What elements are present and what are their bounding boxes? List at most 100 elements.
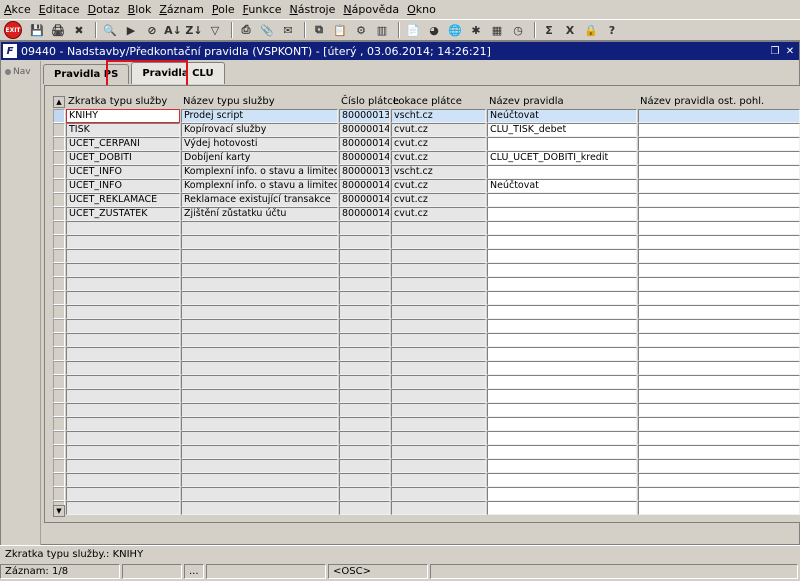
table-cell[interactable]: 8000001405	[339, 151, 390, 165]
attach-icon[interactable]: 📎	[258, 21, 276, 39]
query-enter-icon[interactable]: 🔍	[101, 21, 119, 39]
table-cell[interactable]	[66, 445, 180, 459]
table-cell[interactable]	[339, 487, 390, 501]
table-row[interactable]: UCET_CERPANIVýdej hotovosti8000001405cvu…	[66, 137, 800, 151]
table-cell[interactable]	[339, 235, 390, 249]
table-row[interactable]: UCET_INFO Komplexní info. o stavu a limit…	[66, 179, 800, 193]
table-cell[interactable]	[487, 417, 637, 431]
table-cell[interactable]: UCET_DOBITI	[66, 151, 180, 165]
table-cell[interactable]	[339, 221, 390, 235]
table-cell[interactable]	[66, 291, 180, 305]
table-row[interactable]	[66, 277, 800, 291]
table-cell[interactable]	[181, 235, 338, 249]
table-cell[interactable]	[66, 431, 180, 445]
table-cell[interactable]	[181, 417, 338, 431]
table-cell[interactable]	[638, 263, 800, 277]
table-cell[interactable]	[638, 165, 800, 179]
row-indicator[interactable]	[53, 179, 65, 193]
table-row[interactable]: UCET_INFO Komplexní info. o stavu a limit…	[66, 165, 800, 179]
delete-record-icon[interactable]: ✖	[70, 21, 88, 39]
table-row[interactable]	[66, 375, 800, 389]
table-cell[interactable]: KNIHY	[66, 109, 180, 123]
doc-icon[interactable]: 📄	[404, 21, 422, 39]
table-row[interactable]	[66, 361, 800, 375]
row-indicator[interactable]	[53, 137, 65, 151]
table-cell[interactable]	[66, 473, 180, 487]
table-cell[interactable]: Kopírovací služby	[181, 123, 338, 137]
table-cell[interactable]	[181, 459, 338, 473]
table-cell[interactable]	[181, 277, 338, 291]
menu-1[interactable]: Editace	[39, 3, 80, 16]
save-icon[interactable]: 💾	[28, 21, 46, 39]
table-cell[interactable]	[638, 305, 800, 319]
table-cell[interactable]	[638, 235, 800, 249]
table-cell[interactable]	[181, 501, 338, 515]
table-cell[interactable]	[638, 431, 800, 445]
columns-icon[interactable]: ▥	[373, 21, 391, 39]
table-cell[interactable]: Komplexní info. o stavu a limitech účtu	[181, 165, 338, 179]
table-cell[interactable]	[638, 361, 800, 375]
row-indicator[interactable]	[53, 431, 65, 445]
table-cell[interactable]	[391, 263, 486, 277]
table-row[interactable]: KNIHYProdej script8000001392vscht.czNeúč…	[66, 109, 800, 123]
tab-pravidla-ps[interactable]: Pravidla PS	[43, 64, 130, 84]
table-cell[interactable]: CLU_TISK_debet	[487, 123, 637, 137]
table-row[interactable]	[66, 487, 800, 501]
table-cell[interactable]	[638, 333, 800, 347]
table-cell[interactable]	[638, 249, 800, 263]
table-row[interactable]	[66, 235, 800, 249]
table-cell[interactable]	[638, 123, 800, 137]
table-cell[interactable]	[391, 389, 486, 403]
menu-8[interactable]: Nápověda	[343, 3, 399, 16]
table-cell[interactable]: UCET_CERPANI	[66, 137, 180, 151]
table-cell[interactable]	[487, 277, 637, 291]
table-cell[interactable]: cvut.cz	[391, 137, 486, 151]
paste-icon[interactable]: 📋	[331, 21, 349, 39]
table-row[interactable]	[66, 389, 800, 403]
table-cell[interactable]: Reklamace existující transakce	[181, 193, 338, 207]
table-cell[interactable]	[638, 137, 800, 151]
table-cell[interactable]	[638, 291, 800, 305]
table-cell[interactable]	[181, 487, 338, 501]
print-icon[interactable]: ⎙	[237, 21, 255, 39]
table-cell[interactable]	[487, 403, 637, 417]
copy-icon[interactable]: ⧉	[310, 21, 328, 39]
table-cell[interactable]	[638, 389, 800, 403]
query-execute-icon[interactable]: ▶	[122, 21, 140, 39]
table-cell[interactable]	[181, 319, 338, 333]
table-cell[interactable]: 8000001405	[339, 193, 390, 207]
table-row[interactable]	[66, 249, 800, 263]
table-cell[interactable]: CLU_UCET_DOBITI_kredit	[487, 151, 637, 165]
query-cancel-icon[interactable]: ⊘	[143, 21, 161, 39]
table-cell[interactable]	[66, 333, 180, 347]
help-icon[interactable]: ?	[603, 21, 621, 39]
row-indicator[interactable]	[53, 375, 65, 389]
table-cell[interactable]	[181, 403, 338, 417]
table-row[interactable]	[66, 291, 800, 305]
table-cell[interactable]	[391, 375, 486, 389]
table-cell[interactable]	[181, 249, 338, 263]
table-cell[interactable]	[487, 473, 637, 487]
row-indicator[interactable]	[53, 235, 65, 249]
table-row[interactable]	[66, 445, 800, 459]
table-cell[interactable]: cvut.cz	[391, 123, 486, 137]
table-cell[interactable]	[181, 347, 338, 361]
table-cell[interactable]	[391, 501, 486, 515]
table-cell[interactable]	[339, 333, 390, 347]
table-cell[interactable]	[638, 501, 800, 515]
table-row[interactable]	[66, 501, 800, 515]
table-cell[interactable]	[638, 417, 800, 431]
table-cell[interactable]	[181, 375, 338, 389]
table-cell[interactable]	[391, 459, 486, 473]
table-cell[interactable]	[487, 487, 637, 501]
table-row[interactable]	[66, 221, 800, 235]
table-row[interactable]	[66, 333, 800, 347]
row-indicator[interactable]	[53, 361, 65, 375]
table-cell[interactable]	[487, 389, 637, 403]
clock-icon[interactable]: ◷	[509, 21, 527, 39]
table-cell[interactable]	[487, 291, 637, 305]
row-indicator[interactable]	[53, 277, 65, 291]
menu-9[interactable]: Okno	[407, 3, 436, 16]
table-cell[interactable]	[339, 361, 390, 375]
print-preview-icon[interactable]: 🖨	[49, 21, 67, 39]
